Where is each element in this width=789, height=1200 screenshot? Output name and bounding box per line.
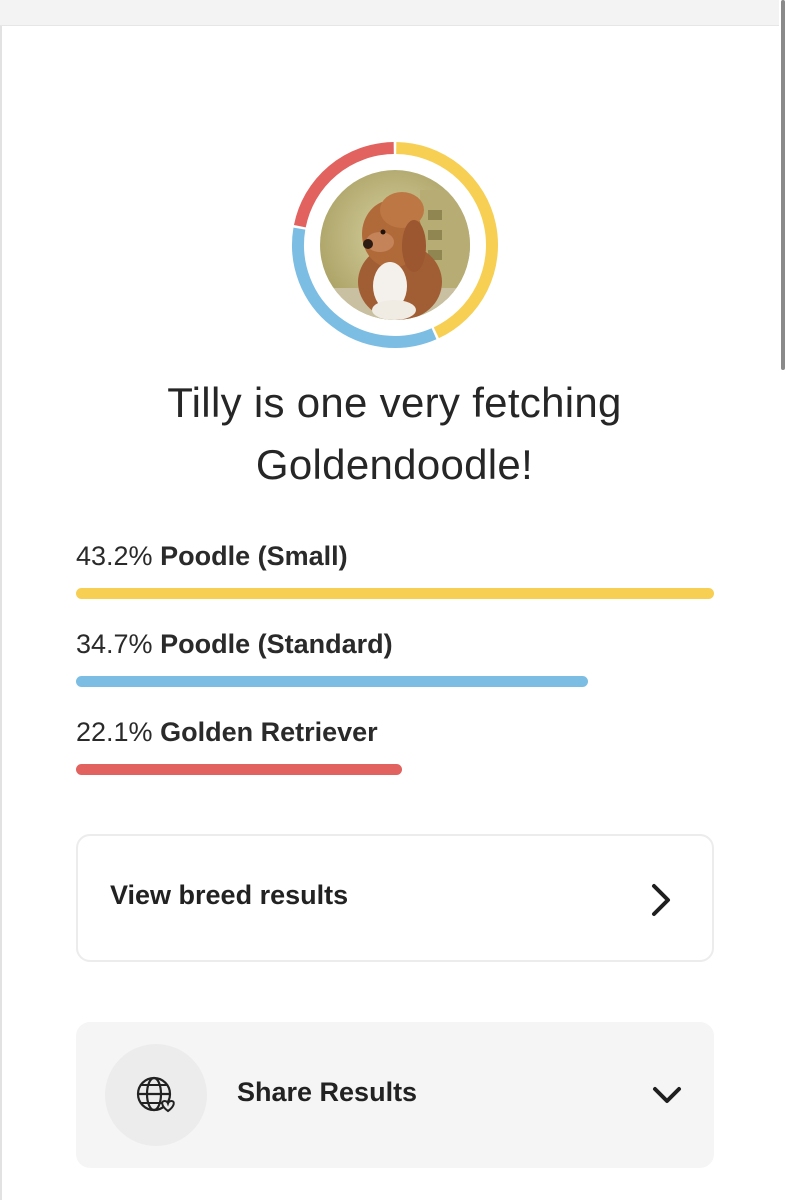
globe-heart-icon [136,1076,175,1113]
chevron-down-icon[interactable] [650,1082,684,1108]
breed-name: Poodle (Standard) [160,629,393,659]
breed-name: Golden Retriever [160,717,378,747]
breed-name: Poodle (Small) [160,541,348,571]
breed-percent: 43.2% [76,541,153,571]
breed-percent: 22.1% [76,717,153,747]
breed-row-poodle-small: 43.2% Poodle (Small) [76,538,716,608]
breed-label: 34.7% Poodle (Standard) [76,626,716,662]
dog-photo-avatar [320,170,470,320]
view-breed-results-label: View breed results [110,880,349,910]
scrollbar-thumb[interactable] [781,0,785,370]
breed-row-golden-retriever: 22.1% Golden Retriever [76,714,716,784]
breed-bar [76,588,714,599]
chevron-right-icon [652,884,670,916]
breed-bar [76,676,589,687]
view-breed-results-button[interactable]: View breed results [76,834,714,962]
result-headline: Tilly is one very fetching Goldendoodle! [167,379,622,488]
ancestry-ring [290,140,500,350]
scrollbar[interactable] [779,0,789,1200]
breed-percent: 34.7% [76,629,153,659]
dog-photo [320,170,470,320]
page-left-border [0,26,2,1200]
share-icon-badge [105,1044,207,1146]
breed-row-poodle-standard: 34.7% Poodle (Standard) [76,626,716,696]
breed-label: 22.1% Golden Retriever [76,714,716,750]
breed-bar [76,764,403,775]
share-results-label: Share Results [237,1077,418,1107]
top-header-strip [0,0,789,26]
share-results-panel[interactable]: Share Results [76,1022,714,1168]
breed-label: 43.2% Poodle (Small) [76,538,716,574]
